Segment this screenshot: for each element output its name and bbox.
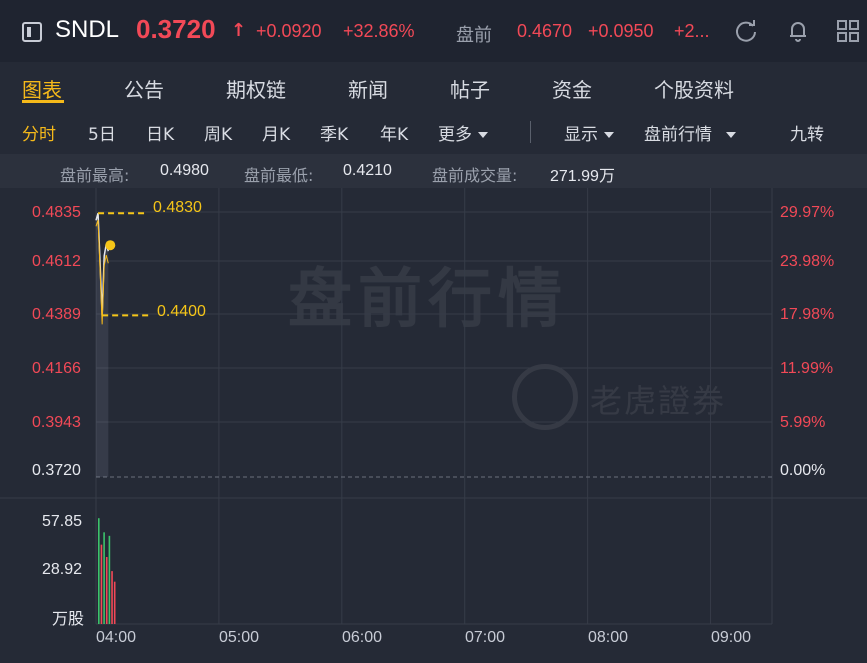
tab-capital[interactable]: 资金 (552, 74, 592, 103)
intraday-chart[interactable]: 盘前行情 老虎證券 0.4835 0.4612 0.4389 0.4166 0.… (0, 188, 867, 663)
pct-tick-label: 29.97% (780, 204, 835, 221)
divider (530, 121, 531, 143)
pct-tick-label: 11.99% (780, 360, 834, 377)
chevron-down-icon (726, 132, 736, 138)
period-year-k[interactable]: 年K (380, 120, 408, 145)
display-label: 显示 (564, 125, 598, 145)
pct-tick-label: 23.98% (780, 253, 835, 270)
nine-turn-button[interactable]: 九转 (790, 120, 824, 145)
price-change-pct: +32.86% (343, 21, 415, 41)
premarket-dropdown[interactable]: 盘前行情 (644, 120, 736, 145)
pct-tick-label: 5.99% (780, 414, 826, 431)
premarket-stats: 盘前最高: 0.4980 盘前最低: 0.4210 盘前成交量: 271.99万 (0, 154, 867, 188)
tab-news[interactable]: 新闻 (348, 74, 388, 103)
volume-bar (103, 532, 105, 624)
price-tick-label: 0.3943 (32, 414, 81, 431)
chevron-down-icon (604, 132, 614, 138)
low-annotation: 0.4400 (157, 303, 206, 320)
period-quarter-k[interactable]: 季K (320, 120, 348, 145)
period-more-label: 更多 (438, 125, 472, 145)
volume-bar (111, 571, 113, 624)
ticker-symbol: SNDL (55, 16, 120, 43)
stat-low-value: 0.4210 (343, 162, 392, 179)
time-tick-label: 09:00 (711, 629, 752, 646)
pct-tick-label: 0.00% (780, 462, 826, 479)
grid-icon[interactable] (835, 18, 861, 44)
up-arrow-icon: ↑ (231, 20, 247, 41)
volume-bar (98, 518, 100, 624)
premarket-price: 0.4670 (517, 21, 573, 41)
chevron-down-icon (478, 132, 488, 138)
last-price: 0.3720 (136, 14, 216, 44)
period-5day[interactable]: 5日 (88, 120, 116, 145)
price-change: +0.0920 (256, 21, 322, 41)
time-tick-label: 04:00 (96, 629, 137, 646)
volume-tick-label: 28.92 (42, 561, 83, 578)
refresh-icon[interactable] (733, 18, 759, 44)
volume-tick-label: 57.85 (42, 513, 83, 530)
stat-high-value: 0.4980 (160, 162, 209, 179)
chart-canvas[interactable] (0, 188, 867, 663)
time-tick-label: 05:00 (219, 629, 260, 646)
high-annotation: 0.4830 (153, 199, 202, 216)
premarket-change-pct: +2... (674, 21, 710, 41)
price-tick-label: 0.4835 (32, 204, 81, 221)
price-tick-label: 0.4166 (32, 360, 81, 377)
tab-bar: 图表 公告 期权链 新闻 帖子 资金 个股资料 (0, 62, 867, 110)
period-week-k[interactable]: 周K (204, 120, 232, 145)
volume-bar (100, 544, 103, 624)
premarket-dropdown-label: 盘前行情 (644, 125, 712, 145)
tab-announcements[interactable]: 公告 (124, 74, 164, 103)
volume-bar (113, 581, 116, 624)
period-day-k[interactable]: 日K (146, 120, 174, 145)
active-tab-indicator (22, 100, 64, 103)
volume-bar (105, 556, 108, 624)
stat-low-label: 盘前最低: (244, 166, 314, 185)
bell-icon[interactable] (785, 18, 811, 44)
price-tick-label: 0.4612 (32, 253, 81, 270)
period-selector: 分时 5日 日K 周K 月K 季K 年K 更多 显示 盘前行情 九转 (0, 110, 867, 152)
tab-profile[interactable]: 个股资料 (654, 74, 734, 103)
period-intraday[interactable]: 分时 (22, 120, 56, 145)
price-tick-label: 0.3720 (32, 462, 81, 479)
pct-tick-label: 17.98% (780, 306, 835, 323)
premarket-change: +0.0950 (588, 21, 654, 41)
premarket-label: 盘前 (456, 25, 492, 46)
time-tick-label: 08:00 (588, 629, 629, 646)
chart-toggle-icon[interactable] (22, 22, 42, 42)
period-more-dropdown[interactable]: 更多 (438, 120, 488, 145)
period-month-k[interactable]: 月K (262, 120, 290, 145)
tab-chart[interactable]: 图表 (22, 74, 62, 103)
display-dropdown[interactable]: 显示 (564, 120, 614, 145)
volume-bar (108, 535, 111, 624)
volume-unit-label: 万股 (52, 611, 85, 628)
current-price-dot (105, 240, 116, 251)
tab-options-chain[interactable]: 期权链 (226, 74, 286, 103)
stat-high-label: 盘前最高: (60, 166, 130, 185)
price-tick-label: 0.4389 (32, 306, 81, 323)
price-area (96, 213, 109, 477)
tab-posts[interactable]: 帖子 (450, 74, 490, 103)
header: SNDL 0.3720 ↑ +0.0920 +32.86% 盘前 0.4670 … (0, 0, 867, 62)
stat-volume-value: 271.99万 (550, 168, 615, 185)
time-tick-label: 06:00 (342, 629, 383, 646)
stat-volume-label: 盘前成交量: (432, 166, 518, 185)
time-tick-label: 07:00 (465, 629, 506, 646)
